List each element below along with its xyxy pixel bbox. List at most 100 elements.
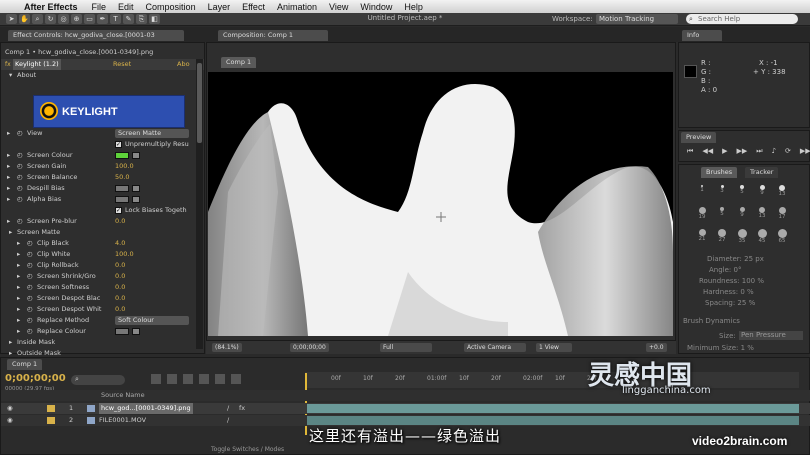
workspace-select[interactable]: Motion Tracking (596, 14, 678, 24)
stopwatch-icon[interactable]: ◴ (17, 161, 23, 172)
timeline-search-input[interactable]: ⌕ (71, 375, 125, 385)
effect-param-row[interactable]: ▸ ◴ Screen Gain 100.0 (1, 161, 204, 172)
ram-preview-icon[interactable]: ▶▶ (800, 147, 810, 156)
comp-mini-flowchart-icon[interactable] (151, 374, 161, 384)
play-icon[interactable]: ▶ (722, 147, 727, 156)
brush-tip[interactable]: 5 (713, 205, 731, 225)
effect-param-row[interactable]: ▸ ◴ Replace Method Soft Colour (1, 315, 204, 326)
color-swatch[interactable] (115, 196, 129, 203)
effect-param-row[interactable]: ✓ Unpremultiply Resu (1, 139, 204, 150)
disclosure-icon[interactable]: ▸ (17, 249, 20, 260)
brush-tip[interactable]: 9 (733, 205, 751, 225)
menu-help[interactable]: Help (404, 2, 423, 12)
tab-tracker[interactable]: Tracker (745, 167, 779, 178)
exposure-value[interactable]: +0.0 (646, 343, 667, 352)
brush-size-select[interactable]: Pen Pressure (739, 331, 803, 340)
disclosure-icon[interactable]: ▸ (17, 271, 20, 282)
stopwatch-icon[interactable]: ◴ (27, 249, 33, 260)
effect-param-row[interactable]: ▸ ◴ Clip Black 4.0 (1, 238, 204, 249)
graph-editor-icon[interactable] (231, 374, 241, 384)
param-value[interactable]: 0.0 (115, 271, 125, 282)
effect-param-row[interactable]: ▸ ◴ Screen Despot Blac 0.0 (1, 293, 204, 304)
reset-link[interactable]: Reset (113, 59, 131, 70)
brush-tip[interactable]: 9 (753, 183, 771, 203)
tab-info[interactable]: Info (682, 30, 722, 41)
disclosure-icon[interactable]: ▸ (9, 227, 12, 238)
hide-shy-icon[interactable] (183, 374, 193, 384)
last-frame-icon[interactable]: ⏭ (756, 147, 762, 156)
menu-effect[interactable]: Effect (242, 2, 265, 12)
menu-window[interactable]: Window (360, 2, 392, 12)
disclosure-icon[interactable]: ▸ (17, 282, 20, 293)
disclosure-icon[interactable]: ▸ (7, 128, 10, 139)
brush-tip[interactable]: 19 (693, 205, 711, 225)
brush-tip[interactable]: 35 (733, 227, 751, 247)
brush-tip[interactable]: 1 (693, 183, 711, 203)
color-swatch[interactable] (115, 152, 129, 159)
effect-param-row[interactable]: ▸ Inside Mask (1, 337, 204, 348)
toggle-switches-modes[interactable]: Toggle Switches / Modes (211, 446, 284, 453)
eyedropper-icon[interactable] (132, 185, 140, 192)
eyedropper-icon[interactable] (132, 196, 140, 203)
source-name-header[interactable]: Source Name (101, 390, 145, 401)
layer-duration-bar[interactable] (307, 416, 799, 425)
brush-tip[interactable]: 13 (753, 205, 771, 225)
param-dropdown[interactable]: Screen Matte (115, 129, 189, 138)
brush-tip[interactable]: 5 (733, 183, 751, 203)
layer-duration-bar[interactable] (307, 404, 799, 413)
stopwatch-icon[interactable]: ◴ (17, 150, 23, 161)
disclosure-icon[interactable]: ▸ (9, 337, 12, 348)
stopwatch-icon[interactable]: ◴ (27, 260, 33, 271)
stopwatch-icon[interactable]: ◴ (17, 172, 23, 183)
disclosure-icon[interactable]: ▸ (7, 194, 10, 205)
disclosure-icon[interactable]: ▸ (17, 315, 20, 326)
app-menu[interactable]: After Effects (24, 2, 78, 12)
effect-param-row[interactable]: ▸ ◴ Screen Balance 50.0 (1, 172, 204, 183)
stopwatch-icon[interactable]: ◴ (17, 183, 23, 194)
menu-file[interactable]: File (92, 2, 107, 12)
disclosure-icon[interactable]: ▸ (7, 216, 10, 227)
effect-param-row[interactable]: ▸ ◴ Alpha Bias (1, 194, 204, 205)
layer-name[interactable]: hcw_god...[0001-0349].png (99, 403, 193, 414)
param-checkbox[interactable]: ✓ (115, 141, 122, 148)
composition-viewer[interactable] (208, 72, 673, 336)
eyedropper-icon[interactable] (132, 152, 140, 159)
prev-frame-icon[interactable]: ◀◀ (702, 147, 713, 156)
layer-row[interactable]: ◉ 1 hcw_god...[0001-0349].png / fx (1, 403, 810, 414)
brush-tip[interactable]: 27 (713, 227, 731, 247)
param-value[interactable]: 100.0 (115, 249, 134, 260)
label-color-swatch[interactable] (47, 417, 55, 424)
brush-tip[interactable]: 13 (773, 183, 791, 203)
stopwatch-icon[interactable]: ◴ (27, 238, 33, 249)
tab-effect-controls[interactable]: Effect Controls: hcw_godiva_close.[0001-… (8, 30, 184, 41)
param-value[interactable]: 0.0 (115, 282, 125, 293)
menu-view[interactable]: View (329, 2, 348, 12)
about-link[interactable]: Abo (177, 59, 190, 70)
effect-param-row[interactable]: ▸ ◴ Screen Colour (1, 150, 204, 161)
disclosure-icon[interactable]: ▸ (7, 172, 10, 183)
color-swatch[interactable] (115, 328, 129, 335)
fx-switch-icon[interactable]: fx (239, 403, 245, 414)
frame-blending-icon[interactable] (199, 374, 209, 384)
search-help-input[interactable]: ⌕ Search Help (686, 14, 798, 24)
time-ruler[interactable] (305, 372, 799, 388)
disclosure-icon[interactable]: ▸ (17, 238, 20, 249)
effect-param-row[interactable]: ▸ Screen Matte (1, 227, 204, 238)
param-value[interactable]: 4.0 (115, 238, 125, 249)
stopwatch-icon[interactable]: ◴ (27, 271, 33, 282)
disclosure-icon[interactable]: ▸ (17, 260, 20, 271)
resolution-select[interactable]: Full (380, 343, 432, 352)
about-row[interactable]: ▾ About (1, 70, 204, 81)
tab-composition[interactable]: Composition: Comp 1 (218, 30, 328, 41)
param-value[interactable]: 100.0 (115, 161, 134, 172)
draft-3d-icon[interactable] (167, 374, 177, 384)
stopwatch-icon[interactable]: ◴ (27, 293, 33, 304)
color-swatch[interactable] (115, 185, 129, 192)
brush-tip[interactable]: 65 (773, 227, 791, 247)
param-value[interactable]: 0.0 (115, 293, 125, 304)
disclosure-icon[interactable]: ▾ (9, 70, 12, 81)
comp-sub-tab[interactable]: Comp 1 (221, 57, 257, 68)
tab-timeline-comp[interactable]: Comp 1 (7, 359, 43, 370)
menu-edit[interactable]: Edit (118, 2, 134, 12)
effect-param-row[interactable]: ▸ ◴ Clip Rollback 0.0 (1, 260, 204, 271)
